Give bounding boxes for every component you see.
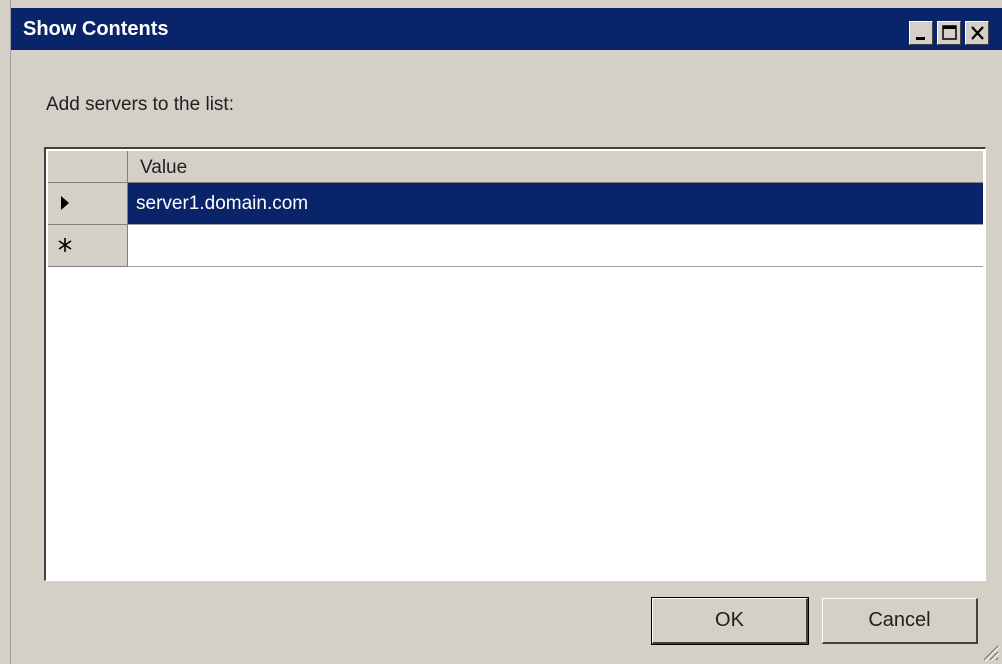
minimize-button[interactable] (909, 21, 933, 45)
window-edge (0, 0, 11, 664)
grid-corner-header[interactable] (48, 151, 128, 183)
maximize-icon (942, 25, 957, 40)
row-header-new[interactable] (48, 225, 128, 267)
title-bar[interactable]: Show Contents (11, 8, 1002, 50)
value-column-header[interactable]: Value (128, 151, 983, 183)
close-button[interactable] (965, 21, 989, 45)
maximize-button[interactable] (937, 21, 961, 45)
value-cell-row-1[interactable]: server1.domain.com (128, 183, 983, 225)
ok-button-label: OK (715, 609, 744, 631)
minimize-icon (916, 37, 925, 40)
row-header-current[interactable] (48, 183, 128, 225)
ok-button[interactable]: OK (651, 597, 809, 645)
cancel-button-label: Cancel (868, 609, 931, 631)
current-row-arrow-icon (61, 196, 69, 210)
show-contents-dialog: Show Contents Add servers to the list: V… (0, 0, 1002, 664)
servers-grid[interactable]: Value server1.domain.com (44, 147, 986, 581)
value-cell-row-1-text: server1.domain.com (136, 193, 309, 214)
close-icon (971, 26, 984, 40)
value-column-header-label: Value (140, 157, 188, 178)
resize-grip-icon[interactable] (976, 638, 1000, 662)
new-row-asterisk-icon (58, 238, 72, 252)
instruction-label: Add servers to the list: (46, 94, 234, 115)
cancel-button[interactable]: Cancel (822, 598, 978, 644)
value-cell-new-row[interactable] (128, 225, 983, 267)
window-title: Show Contents (23, 18, 169, 40)
